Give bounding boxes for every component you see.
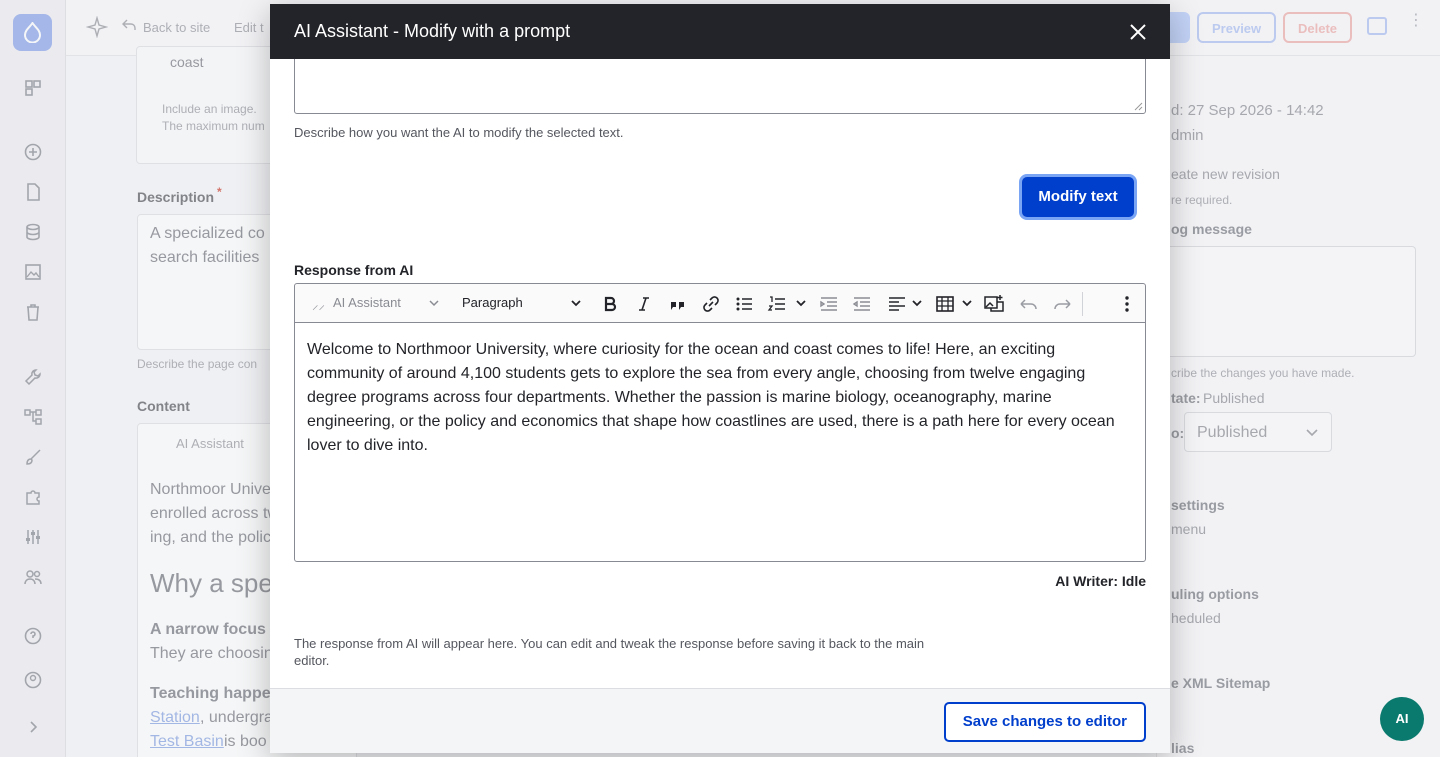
ai-assistant-dropdown[interactable]: AI Assistant (333, 295, 401, 310)
toolbar-separator (1082, 292, 1083, 316)
prompt-help: Describe how you want the AI to modify t… (294, 125, 624, 140)
align-chevron-icon[interactable] (911, 297, 923, 317)
save-changes-button[interactable]: Save changes to editor (943, 702, 1146, 742)
ai-writer-status: AI Writer: Idle (1055, 573, 1146, 589)
numbered-list-chevron-icon[interactable] (795, 297, 807, 317)
editor-toolbar: ⸝⸝ AI Assistant Paragraph (294, 283, 1146, 323)
ai-fab-label: AI (1395, 711, 1409, 726)
paragraph-dropdown[interactable]: Paragraph (462, 295, 523, 310)
ai-assistant-dialog: AI Assistant - Modify with a prompt Desc… (270, 4, 1170, 753)
blockquote-icon[interactable] (668, 294, 688, 314)
ai-chevron-down-icon[interactable] (428, 297, 440, 317)
redo-icon[interactable] (1052, 294, 1072, 314)
align-left-icon[interactable] (887, 294, 907, 314)
dialog-title: AI Assistant - Modify with a prompt (294, 21, 571, 41)
indent-icon[interactable] (819, 294, 839, 314)
table-icon[interactable] (935, 294, 955, 314)
close-icon[interactable] (1126, 20, 1150, 44)
ai-assistant-fab[interactable]: AI (1380, 697, 1424, 741)
bold-icon[interactable] (600, 294, 620, 314)
response-editor[interactable]: Welcome to Northmoor University, where c… (294, 322, 1146, 562)
response-help: The response from AI will appear here. Y… (294, 636, 925, 668)
resize-grip-icon[interactable] (1134, 102, 1143, 111)
bulleted-list-icon[interactable] (734, 294, 754, 314)
insert-image-icon[interactable] (984, 294, 1004, 314)
more-options-icon[interactable] (1117, 294, 1137, 314)
outdent-icon[interactable] (852, 294, 872, 314)
ai-sparkle-icon: ⸝⸝ (312, 297, 325, 312)
table-chevron-icon[interactable] (961, 297, 973, 317)
paragraph-chevron-down-icon[interactable] (570, 297, 582, 317)
link-icon[interactable] (701, 294, 721, 314)
italic-icon[interactable] (634, 294, 654, 314)
dialog-body: Describe how you want the AI to modify t… (270, 59, 1170, 688)
response-label: Response from AI (294, 262, 414, 278)
modify-text-button[interactable]: Modify text (1022, 177, 1134, 217)
dialog-footer: Save changes to editor (270, 688, 1170, 753)
undo-icon[interactable] (1019, 294, 1039, 314)
numbered-list-icon[interactable] (767, 294, 787, 314)
prompt-textarea[interactable] (294, 59, 1146, 114)
dialog-header: AI Assistant - Modify with a prompt (270, 4, 1170, 59)
response-text: Welcome to Northmoor University, where c… (307, 341, 1115, 454)
